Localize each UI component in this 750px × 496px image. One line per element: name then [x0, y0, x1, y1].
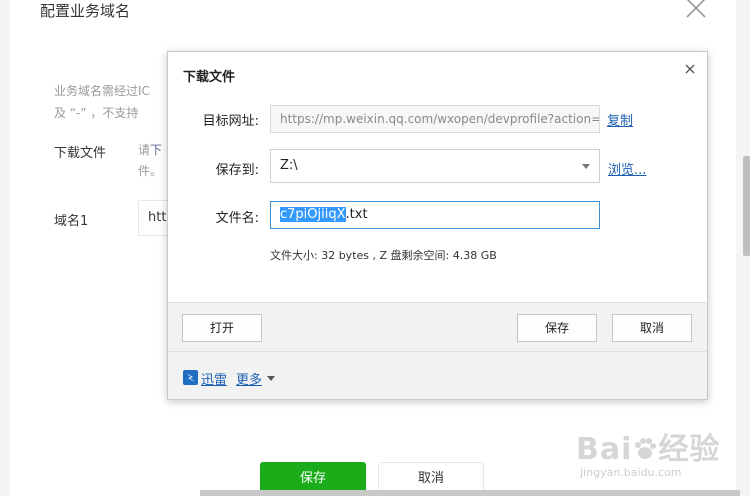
download-hint-line-2: 件。 — [138, 164, 163, 178]
filename-label: 文件名: — [215, 211, 259, 226]
save-to-select[interactable]: Z:\ — [270, 149, 600, 183]
chevron-down-icon[interactable] — [582, 164, 590, 169]
xunlei-icon[interactable] — [183, 370, 198, 385]
copy-link[interactable]: 复制 — [607, 110, 633, 129]
save-to-value: Z:\ — [280, 158, 298, 173]
vertical-scrollbar-thumb[interactable] — [743, 156, 750, 256]
target-url-field[interactable]: https://mp.weixin.qq.com/wxopen/devprofi… — [270, 105, 600, 133]
description-line-2: 及 “-” ，不支持 — [54, 106, 139, 120]
close-icon[interactable] — [684, 0, 708, 20]
footer-divider — [168, 351, 707, 352]
download-file-label: 下载文件 — [54, 146, 107, 161]
dialog-close-icon[interactable] — [682, 61, 698, 77]
more-chevron-down-icon[interactable] — [267, 376, 275, 381]
open-button[interactable]: 打开 — [182, 314, 262, 342]
paw-icon — [635, 438, 657, 459]
dialog-title: 下载文件 — [183, 70, 236, 85]
dialog-footer: 打开 保存 取消 迅雷 更多 — [168, 302, 707, 399]
description-line-1: 业务域名需经过IC — [54, 84, 150, 98]
page-left-margin — [0, 0, 10, 496]
watermark-main: Bai — [576, 432, 633, 467]
target-url-label: 目标网址: — [202, 114, 259, 129]
save-to-label: 保存到: — [215, 163, 259, 178]
download-hint: 请下 — [138, 141, 162, 158]
watermark-url: jingyan.baidu.com — [580, 466, 682, 479]
baidu-jingyan-watermark: Bai 经验 jingyan.baidu.com — [576, 424, 746, 492]
file-size-info: 文件大小: 32 bytes , Z 盘剩余空间: 4.38 GB — [270, 249, 497, 262]
download-file-dialog: 下载文件 目标网址: https://mp.weixin.qq.com/wxop… — [167, 51, 708, 400]
domain-1-label: 域名1 — [54, 214, 89, 229]
more-link[interactable]: 更多 — [236, 369, 262, 388]
xunlei-link[interactable]: 迅雷 — [201, 369, 227, 388]
watermark-logo-text: 经验 — [658, 432, 721, 467]
dialog-cancel-button[interactable]: 取消 — [612, 314, 692, 342]
filename-extension: .txt — [345, 207, 368, 222]
modal-title: 配置业务域名 — [40, 2, 131, 20]
download-hint-prefix: 请 — [138, 143, 151, 157]
filename-input[interactable]: c7piOjiiqX.txt — [270, 201, 600, 229]
filename-selected-text: c7piOjiiqX — [280, 207, 346, 222]
browse-link[interactable]: 浏览... — [608, 159, 646, 178]
download-link[interactable]: 下 — [150, 143, 162, 157]
dialog-save-button[interactable]: 保存 — [517, 314, 597, 342]
watermark-text: Bai 经验 — [576, 424, 720, 468]
